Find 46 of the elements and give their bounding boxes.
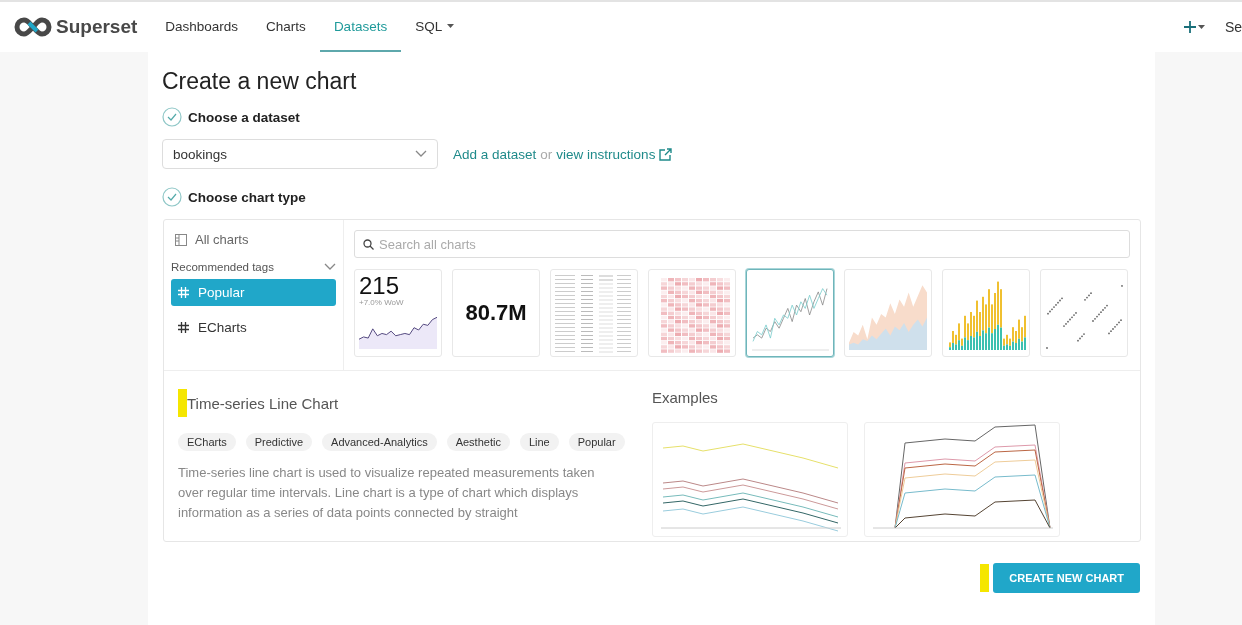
big-number-trend-thumbnail[interactable]: 215 +7.0% WoW — [354, 269, 442, 357]
examples-title: Examples — [652, 389, 719, 406]
chart-tag: ECharts — [178, 433, 236, 451]
chart-tag: Line — [519, 433, 559, 451]
line-chart-thumbnail[interactable] — [746, 269, 834, 357]
table-thumbnail[interactable] — [550, 269, 638, 357]
table-icon — [175, 233, 187, 246]
chart-tag: Aesthetic — [446, 433, 510, 451]
big-number: 80.7M — [465, 302, 527, 324]
dataset-select[interactable]: bookings — [162, 139, 438, 169]
step-label: Choose a dataset — [188, 109, 300, 125]
chart-tag: Popular — [568, 433, 625, 451]
chart-tag: Advanced-Analytics — [322, 433, 437, 451]
plus-icon — [1183, 21, 1196, 33]
add-dataset-link[interactable]: Add a dataset — [453, 146, 537, 162]
section-label: Recommended tags — [171, 261, 274, 273]
area-chart-thumbnail[interactable] — [844, 269, 932, 357]
chart-tag: Predictive — [245, 433, 313, 451]
or-text: or — [540, 146, 553, 162]
all-charts-item[interactable]: All charts — [171, 228, 336, 251]
step-label: Choose chart type — [188, 189, 306, 205]
scatter-plot-thumbnail[interactable] — [1040, 269, 1128, 357]
chevron-down-icon — [415, 150, 427, 158]
add-menu-button[interactable] — [1183, 21, 1205, 33]
tag-filter-item[interactable]: ECharts — [171, 314, 336, 341]
chart-search-field[interactable]: Search all charts — [354, 230, 1130, 258]
nav-link[interactable]: Se — [1224, 19, 1242, 35]
caret-down-icon — [1197, 25, 1205, 29]
chart-title: Time-series Line Chart — [187, 394, 339, 412]
external-link-icon — [659, 147, 673, 161]
big-number-thumbnail[interactable]: 80.7M — [452, 269, 540, 357]
search-icon — [363, 239, 374, 250]
nav-tab[interactable]: SQL — [401, 2, 469, 52]
big-number: 215 — [359, 274, 401, 298]
nav-tab[interactable]: Charts — [252, 2, 320, 52]
superset-logo-icon — [14, 17, 52, 37]
hash-icon — [178, 322, 189, 333]
page-title: Create a new chart — [162, 68, 358, 95]
view-instructions-link[interactable]: view instructions — [556, 146, 656, 162]
trend-subtitle: +7.0% WoW — [359, 298, 405, 307]
nav-tab[interactable]: Dashboards — [151, 2, 253, 52]
bar-chart-thumbnail[interactable] — [942, 269, 1030, 357]
hash-icon — [178, 287, 189, 298]
brand-name: Superset — [56, 16, 138, 38]
chart-description: Time-series line chart is used to visualize repeated measurements taken over regular time intervals. Line chart is a type of chart which displays information as a series of data points connected by straight — [178, 464, 596, 522]
heatmap-table-thumbnail[interactable] — [648, 269, 736, 357]
